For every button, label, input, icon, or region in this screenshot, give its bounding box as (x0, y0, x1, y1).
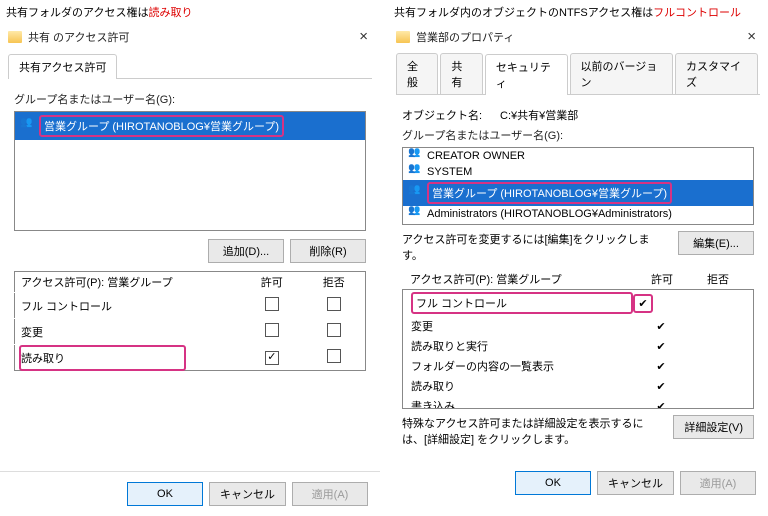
allow-tick: ✔ (633, 340, 689, 353)
deny-checkbox[interactable] (327, 349, 341, 363)
allow-tick: ✔ (633, 320, 689, 333)
add-button[interactable]: 追加(D)... (208, 239, 284, 263)
group-label: グループ名またはユーザー名(G): (14, 91, 366, 107)
folder-icon (8, 31, 22, 43)
folder-icon (396, 31, 410, 43)
permission-name: 読み取り (411, 378, 633, 394)
allow-tick: ✔ (633, 380, 689, 393)
cancel-button[interactable]: キャンセル (597, 471, 674, 495)
advanced-hint: 特殊なアクセス許可または詳細設定を表示するには、[詳細設定] をクリックします。 (402, 415, 665, 447)
deny-checkbox[interactable] (327, 323, 341, 337)
col-allow: 許可 (634, 271, 690, 287)
edit-hint: アクセス許可を変更するには[編集]をクリックします。 (402, 231, 670, 263)
group-item[interactable]: Administrators (HIROTANOBLOG¥Administrat… (403, 206, 753, 222)
group-item[interactable]: SYSTEM (403, 164, 753, 180)
advanced-button[interactable]: 詳細設定(V) (673, 415, 754, 439)
allow-checkbox[interactable] (265, 323, 279, 337)
close-icon[interactable]: × (743, 28, 760, 45)
allow-checkbox[interactable] (265, 297, 279, 311)
group-item[interactable]: 営業グループ (HIROTANOBLOG¥営業グループ) (403, 180, 753, 206)
users-icon (409, 208, 423, 220)
permission-row: フル コントロール (15, 293, 366, 319)
tab-カスタマイズ[interactable]: カスタマイズ (675, 53, 758, 94)
permission-row: 読み取り (15, 345, 366, 371)
permission-name: フル コントロール (15, 293, 241, 319)
right-caption: 共有フォルダ内のオブジェクトのNTFSアクセス権はフルコントロール (388, 0, 768, 22)
ok-button[interactable]: OK (127, 482, 203, 506)
ok-button[interactable]: OK (515, 471, 591, 495)
group-item-label: 営業グループ (HIROTANOBLOG¥営業グループ) (39, 115, 284, 137)
permission-name: 変更 (15, 319, 241, 345)
permission-name: フォルダーの内容の一覧表示 (411, 358, 633, 374)
deny-checkbox[interactable] (327, 297, 341, 311)
dialog-footer: OK キャンセル 適用(A) (388, 461, 768, 505)
window-title: 営業部のプロパティ (416, 29, 743, 45)
permission-row: フォルダーの内容の一覧表示 ✔ (403, 356, 753, 376)
apply-button[interactable]: 適用(A) (680, 471, 756, 495)
allow-tick: ✔ (633, 400, 689, 410)
close-icon[interactable]: × (355, 28, 372, 45)
permission-name: 書き込み (411, 398, 633, 409)
perm-label: アクセス許可(P): 営業グループ (410, 271, 634, 287)
permissions-table: アクセス許可(P): 営業グループ 許可 拒否 フル コントロール 変更 読み取… (14, 271, 366, 371)
allow-checkbox[interactable] (265, 351, 279, 365)
tab-共有[interactable]: 共有 (440, 53, 482, 94)
group-item-selected[interactable]: 営業グループ (HIROTANOBLOG¥営業グループ) (15, 112, 365, 140)
apply-button[interactable]: 適用(A) (292, 482, 368, 506)
permissions-list[interactable]: フル コントロール ✔ 変更 ✔ 読み取りと実行 ✔ フォルダーの内容の一覧表示… (402, 289, 754, 409)
group-label: グループ名またはユーザー名(G): (402, 127, 754, 143)
permission-row: 変更 ✔ (403, 316, 753, 336)
permission-row: 書き込み ✔ (403, 396, 753, 409)
permission-row: フル コントロール ✔ (403, 290, 753, 316)
users-icon (409, 187, 423, 199)
permission-name: 変更 (411, 318, 633, 334)
remove-button[interactable]: 削除(R) (290, 239, 366, 263)
permission-name: フル コントロール (411, 292, 633, 314)
tab-以前のバージョン[interactable]: 以前のバージョン (570, 53, 674, 94)
permission-name: 読み取りと実行 (411, 338, 633, 354)
users-icon (409, 150, 423, 162)
titlebar-left: 共有 のアクセス許可 × (0, 22, 380, 51)
window-title: 共有 のアクセス許可 (28, 29, 355, 45)
tab-セキュリティ[interactable]: セキュリティ (485, 54, 568, 95)
dialog-footer: OK キャンセル 適用(A) (0, 472, 380, 516)
col-deny: 拒否 (303, 272, 365, 293)
users-icon (21, 120, 35, 132)
permission-row: 読み取りと実行 ✔ (403, 336, 753, 356)
permission-row: 変更 (15, 319, 366, 345)
tab-全般[interactable]: 全般 (396, 53, 438, 94)
allow-tick: ✔ (633, 294, 653, 313)
users-icon (409, 166, 423, 178)
object-name-value: C:¥共有¥営業部 (500, 107, 578, 123)
cancel-button[interactable]: キャンセル (209, 482, 286, 506)
group-item-label: CREATOR OWNER (427, 150, 525, 162)
object-name-label: オブジェクト名: (402, 107, 492, 123)
allow-tick: ✔ (633, 360, 689, 373)
group-item-label: 営業グループ (HIROTANOBLOG¥営業グループ) (427, 182, 672, 204)
share-permissions-dialog: 共有フォルダのアクセス権は読み取り 共有 のアクセス許可 × 共有アクセス許可 … (0, 0, 380, 516)
titlebar-right: 営業部のプロパティ × (388, 22, 768, 51)
left-caption: 共有フォルダのアクセス権は読み取り (0, 0, 380, 22)
col-allow: 許可 (241, 272, 303, 293)
tab-share-permissions[interactable]: 共有アクセス許可 (8, 54, 117, 79)
permission-name: 読み取り (15, 345, 241, 371)
group-item[interactable]: CREATOR OWNER (403, 148, 753, 164)
edit-button[interactable]: 編集(E)... (678, 231, 754, 255)
col-deny: 拒否 (690, 271, 746, 287)
perm-label: アクセス許可(P): 営業グループ (15, 272, 241, 293)
group-list[interactable]: CREATOR OWNER SYSTEM 営業グループ (HIROTANOBLOG¥… (402, 147, 754, 225)
group-item-label: Administrators (HIROTANOBLOG¥Administrat… (427, 208, 672, 220)
security-properties-dialog: 共有フォルダ内のオブジェクトのNTFSアクセス権はフルコントロール 営業部のプロ… (388, 0, 768, 516)
permission-row: 読み取り ✔ (403, 376, 753, 396)
group-list[interactable]: 営業グループ (HIROTANOBLOG¥営業グループ) (14, 111, 366, 231)
group-item-label: SYSTEM (427, 166, 472, 178)
